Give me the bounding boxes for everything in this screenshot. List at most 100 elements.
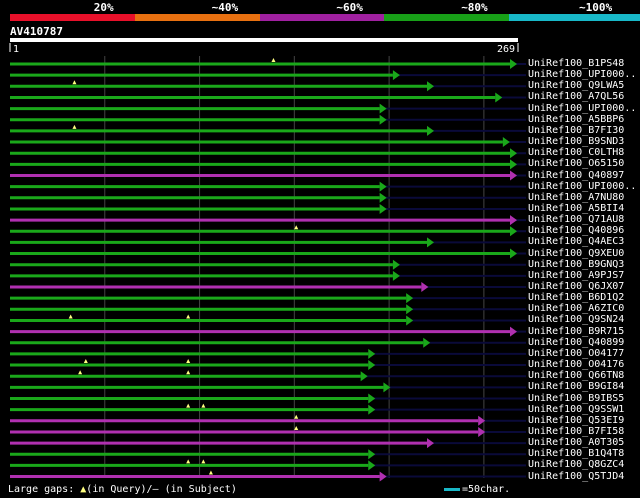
- hit-label[interactable]: UniRef100_A7QL56: [528, 91, 624, 102]
- hit-label[interactable]: UniRef100_Q40897: [528, 170, 624, 181]
- hit-label[interactable]: UniRef100_B1PS48: [528, 58, 624, 69]
- hit-label[interactable]: UniRef100_B9GI84: [528, 381, 624, 392]
- hit-label[interactable]: UniRef100_B9R715: [528, 326, 624, 337]
- hit-end-arrow: [392, 270, 400, 281]
- hit-end-arrow: [510, 59, 517, 69]
- hit-label[interactable]: UniRef100_B9IBS5: [528, 393, 624, 404]
- hit-label[interactable]: UniRef100_A0T305: [528, 437, 624, 448]
- hit-label[interactable]: UniRef100_Q5TJD4: [528, 471, 624, 482]
- hit-label[interactable]: UniRef100_B9SND3: [528, 136, 624, 147]
- query-gap-marker: [271, 58, 276, 62]
- hit-end-arrow: [368, 449, 376, 460]
- hit-end-arrow: [379, 192, 387, 203]
- hit-label[interactable]: UniRef100_O04177: [528, 348, 624, 359]
- hit-end-arrow: [427, 125, 435, 136]
- legend-segment: [10, 14, 135, 21]
- hit-end-arrow: [427, 237, 435, 248]
- hit-end-arrow: [510, 148, 517, 159]
- query-gap-marker: [72, 124, 77, 129]
- hit-label[interactable]: UniRef100_B9GNQ3: [528, 259, 624, 270]
- hit-end-arrow: [368, 404, 376, 415]
- hit-end-arrow: [392, 70, 400, 81]
- hit-label[interactable]: UniRef100_Q4AEC3: [528, 236, 624, 247]
- hit-end-arrow: [379, 114, 387, 125]
- query-gap-marker: [201, 459, 206, 464]
- query-gap-marker: [186, 370, 191, 375]
- hit-label[interactable]: UniRef100_Q71AU8: [528, 214, 624, 225]
- hit-end-arrow: [360, 371, 368, 382]
- legend-label: 20%: [93, 1, 114, 14]
- hit-end-arrow: [368, 348, 376, 359]
- hit-end-arrow: [379, 181, 387, 192]
- hit-label[interactable]: UniRef100_O65150: [528, 158, 624, 169]
- query-name: AV410787: [10, 25, 63, 38]
- subject-gap-icon: —: [152, 484, 159, 495]
- query-gap-marker: [208, 470, 213, 475]
- hit-end-arrow: [406, 315, 414, 326]
- hit-label[interactable]: UniRef100_UPI000..: [528, 69, 636, 80]
- query-gap-marker: [294, 425, 299, 430]
- query-gap-marker: [186, 459, 191, 464]
- hit-label[interactable]: UniRef100_Q8GZC4: [528, 459, 624, 470]
- identity-legend: 20% ~40% ~60% ~80% ~100%: [0, 0, 640, 24]
- hit-label[interactable]: UniRef100_Q66TN8: [528, 370, 624, 381]
- hit-end-arrow: [510, 226, 517, 237]
- hit-label[interactable]: UniRef100_B7FI30: [528, 125, 624, 136]
- scale-label: =50char.: [462, 484, 511, 495]
- gaps-label: Large gaps:: [8, 484, 75, 495]
- legend-label: ~60%: [336, 1, 363, 14]
- hit-label[interactable]: UniRef100_Q9LWA5: [528, 80, 624, 91]
- hit-end-arrow: [478, 415, 486, 426]
- hit-label[interactable]: UniRef100_Q53EI9: [528, 415, 624, 426]
- hit-end-arrow: [368, 393, 376, 404]
- hit-label[interactable]: UniRef100_A6ZIC0: [528, 303, 624, 314]
- hit-label[interactable]: UniRef100_Q40896: [528, 225, 624, 236]
- hit-label[interactable]: UniRef100_UPI000..: [528, 103, 636, 114]
- gaps-legend: Large gaps: ▲(in Query)/— (in Subject): [8, 484, 237, 495]
- query-gap-marker: [294, 414, 299, 419]
- query-gap-marker: [186, 403, 191, 408]
- hit-label[interactable]: UniRef100_B1Q4T8: [528, 448, 624, 459]
- legend-label: ~80%: [461, 1, 488, 14]
- query-end-label: 269: [497, 44, 515, 55]
- hit-label[interactable]: UniRef100_Q40899: [528, 337, 624, 348]
- hit-end-arrow: [421, 282, 429, 292]
- in-subject-label: (in Subject): [164, 484, 237, 495]
- legend-segment: [134, 14, 260, 21]
- hit-label[interactable]: UniRef100_Q9XEU0: [528, 248, 624, 259]
- scale-legend: =50char.: [444, 484, 510, 495]
- hit-end-arrow: [379, 103, 387, 114]
- hit-label[interactable]: UniRef100_O04176: [528, 359, 624, 370]
- legend-label: ~40%: [211, 1, 239, 14]
- hit-label[interactable]: UniRef100_Q9SSW1: [528, 404, 624, 415]
- query-sequence-bar: [10, 38, 518, 42]
- hit-label[interactable]: UniRef100_B7FI58: [528, 426, 624, 437]
- query-gap-marker: [186, 314, 191, 319]
- hit-label[interactable]: UniRef100_A5BII4: [528, 203, 624, 214]
- legend-segment: [509, 14, 640, 21]
- hit-label[interactable]: UniRef100_B6D1Q2: [528, 292, 624, 303]
- hit-label[interactable]: UniRef100_Q6JX07: [528, 281, 624, 292]
- legend-segment: [384, 14, 510, 21]
- query-gap-marker: [78, 370, 83, 375]
- hit-end-arrow: [368, 360, 376, 371]
- hit-label[interactable]: UniRef100_Q9SN24: [528, 314, 624, 325]
- hit-end-arrow: [368, 460, 376, 471]
- hit-end-arrow: [383, 382, 391, 393]
- query-start-label: 1: [13, 44, 19, 55]
- hit-label[interactable]: UniRef100_A7NU80: [528, 192, 624, 203]
- hit-label[interactable]: UniRef100_C0LTH8: [528, 147, 624, 158]
- hit-end-arrow: [379, 203, 387, 214]
- hit-end-arrow: [502, 137, 510, 148]
- hit-label[interactable]: UniRef100_A9PJS7: [528, 270, 624, 281]
- hit-end-arrow: [423, 337, 431, 348]
- hit-label[interactable]: UniRef100_A5BBP6: [528, 114, 624, 125]
- hit-end-arrow: [510, 326, 517, 337]
- hit-label[interactable]: UniRef100_UPI000..: [528, 181, 636, 192]
- legend-segment: [259, 14, 385, 21]
- hit-end-arrow: [406, 293, 414, 304]
- scale-swatch-icon: [444, 487, 460, 491]
- query-gap-marker: [186, 359, 191, 364]
- hit-end-arrow: [392, 259, 400, 270]
- in-query-label: (in Query)/: [86, 484, 153, 495]
